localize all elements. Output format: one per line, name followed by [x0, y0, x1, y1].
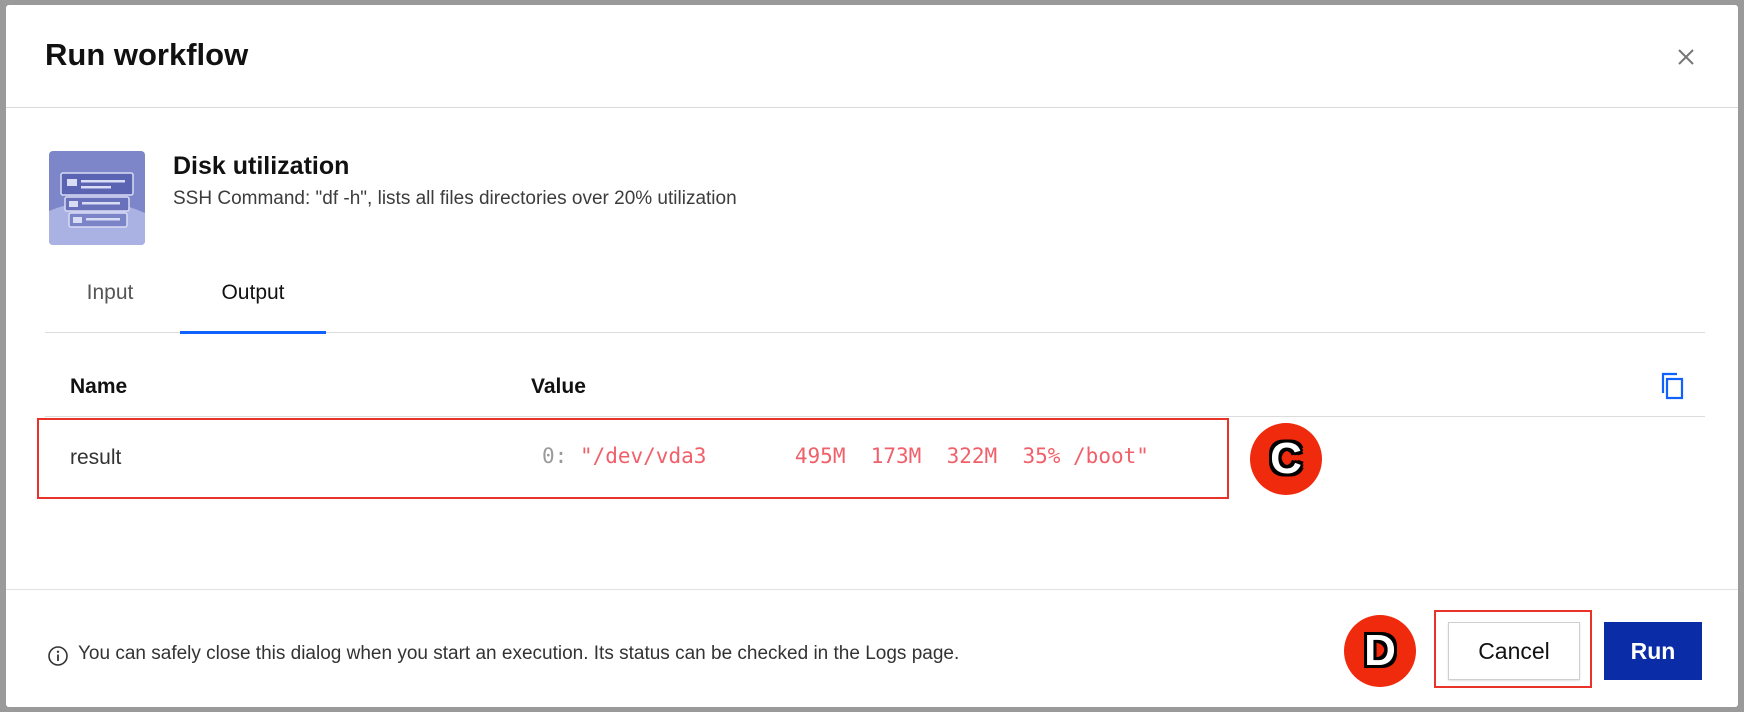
column-header-value: Value — [531, 375, 586, 398]
output-value: 0: "/dev/vda3 495M 173M 322M 35% /boot" — [542, 444, 1149, 468]
annotation-marker-c: C — [1250, 423, 1322, 495]
run-button[interactable]: Run — [1604, 622, 1702, 680]
dialog-title: Run workflow — [45, 37, 249, 72]
cancel-button[interactable]: Cancel — [1448, 622, 1580, 680]
dialog-header: Run workflow — [6, 5, 1738, 108]
table-row: result 0: "/dev/vda3 495M 173M 322M 35% … — [37, 418, 1229, 499]
tab-input[interactable]: Input — [45, 267, 175, 333]
tab-bar: Input Output — [45, 267, 1705, 334]
info-icon — [48, 646, 68, 666]
output-string: "/dev/vda3 495M 173M 322M 35% /boot" — [579, 444, 1149, 468]
run-workflow-dialog: Run workflow Disk utilization SSH Comman… — [6, 5, 1738, 707]
column-header-name: Name — [70, 375, 128, 398]
footer-note: You can safely close this dialog when yo… — [78, 643, 960, 664]
annotation-marker-d: D — [1344, 615, 1416, 687]
workflow-description: SSH Command: "df -h", lists all files di… — [173, 188, 737, 209]
output-index: 0: — [542, 444, 568, 468]
output-table-header: Name Value — [45, 357, 1705, 417]
copy-button[interactable] — [1659, 371, 1687, 401]
workflow-name: Disk utilization — [173, 152, 350, 180]
close-icon — [1678, 49, 1694, 65]
output-name: result — [70, 446, 122, 469]
close-button[interactable] — [1672, 43, 1700, 71]
copy-icon — [1661, 372, 1684, 400]
dialog-footer: You can safely close this dialog when yo… — [6, 589, 1738, 707]
workflow-thumbnail-icon — [49, 151, 145, 245]
tab-output[interactable]: Output — [180, 267, 326, 334]
